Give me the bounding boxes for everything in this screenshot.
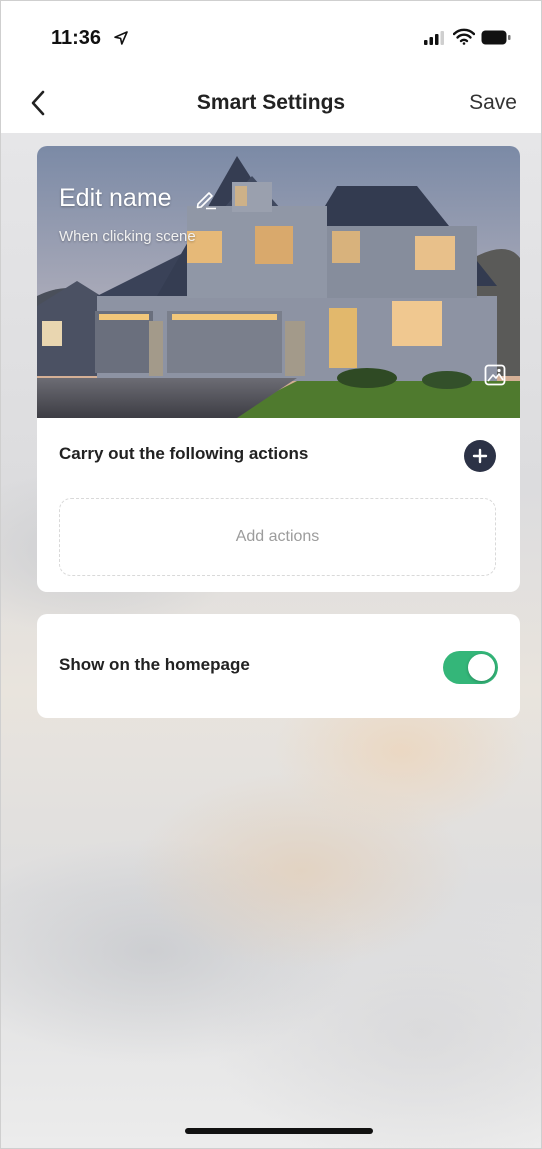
actions-section-label: Carry out the following actions bbox=[59, 444, 309, 463]
show-on-homepage-toggle[interactable] bbox=[443, 651, 498, 684]
battery-icon bbox=[481, 30, 511, 45]
location-arrow-icon bbox=[114, 31, 128, 45]
image-icon[interactable] bbox=[484, 364, 506, 386]
wifi-icon bbox=[453, 28, 475, 45]
smart-settings-screen: 11:36 Smart Settings Save Edit name When… bbox=[0, 0, 542, 1149]
toggle-knob bbox=[468, 654, 495, 681]
home-indicator[interactable] bbox=[185, 1128, 373, 1134]
homepage-setting-label: Show on the homepage bbox=[59, 655, 250, 674]
add-actions-placeholder[interactable]: Add actions bbox=[59, 498, 496, 576]
homepage-setting-card: Show on the homepage bbox=[37, 614, 520, 718]
page-title: Smart Settings bbox=[196, 91, 346, 114]
save-button[interactable]: Save bbox=[469, 91, 517, 115]
pencil-icon[interactable] bbox=[195, 188, 217, 210]
scene-name[interactable]: Edit name bbox=[59, 184, 172, 213]
scene-trigger-text: When clicking scene bbox=[59, 228, 196, 245]
add-action-button[interactable] bbox=[464, 440, 496, 472]
status-time: 11:36 bbox=[51, 27, 102, 49]
status-bar: 11:36 bbox=[1, 1, 541, 71]
plus-icon bbox=[472, 448, 488, 464]
navigation-bar: Smart Settings Save bbox=[1, 71, 541, 133]
signal-icon bbox=[424, 31, 444, 45]
scene-card: Edit name When clicking scene Carry out … bbox=[37, 146, 520, 592]
